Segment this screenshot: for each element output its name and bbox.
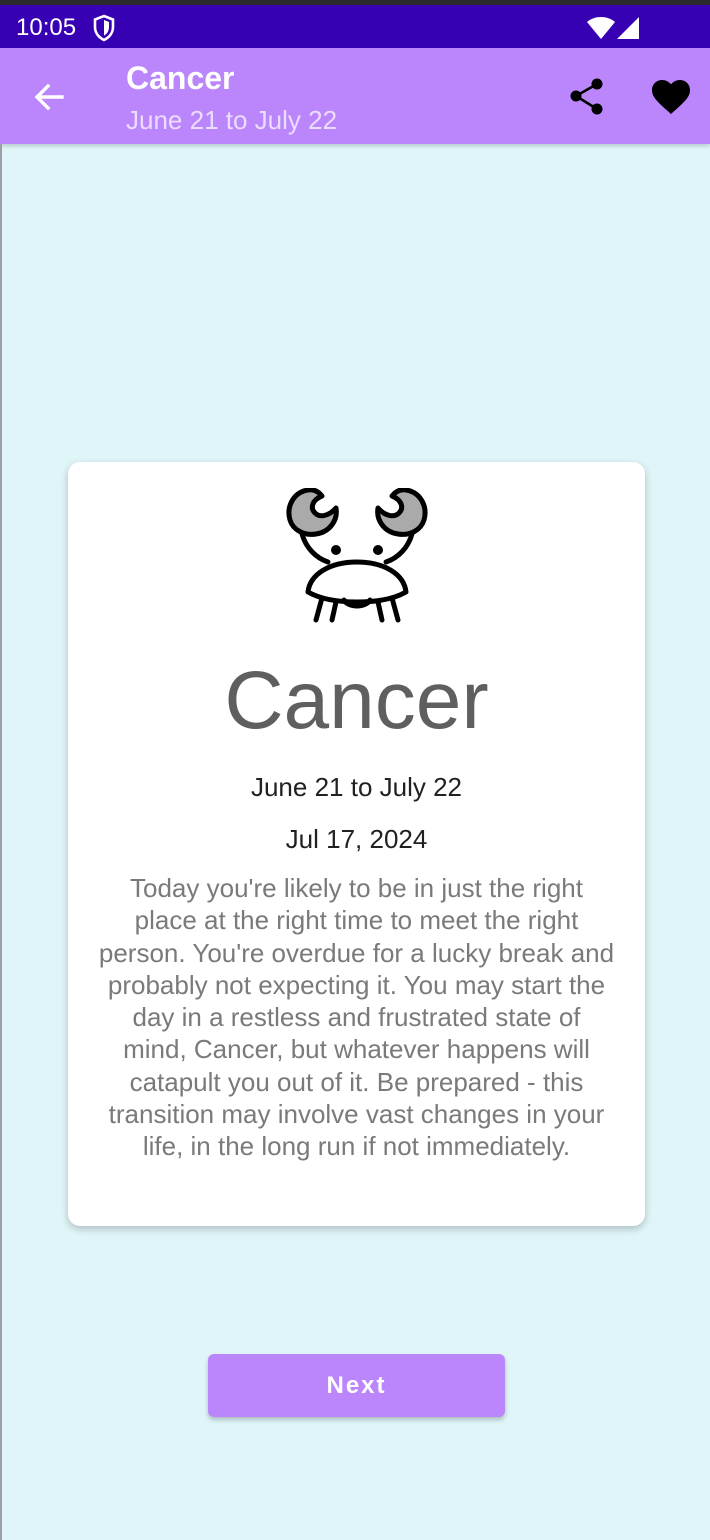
heart-icon[interactable]: [648, 74, 694, 120]
sign-date-range: June 21 to July 22: [250, 772, 463, 802]
cancer-crab-icon: [286, 488, 428, 623]
share-icon[interactable]: [564, 74, 610, 120]
status-bar: 10:05: [0, 0, 710, 48]
horoscope-card: Cancer June 21 to July 22 Jul 17, 2024 T…: [68, 462, 645, 1226]
next-button[interactable]: Next: [208, 1354, 505, 1417]
app-bar-title: Cancer: [126, 60, 235, 96]
app-bar-subtitle: June 21 to July 22: [126, 105, 338, 135]
horoscope-date: Jul 17, 2024: [285, 824, 428, 854]
window-edge: [0, 144, 2, 1540]
shield-icon: [93, 14, 115, 42]
horoscope-text: Today you're likely to be in just the ri…: [98, 873, 615, 1162]
signal-icon: [617, 17, 639, 39]
app-bar: Cancer June 21 to July 22: [0, 48, 710, 144]
sign-title: Cancer: [224, 655, 489, 746]
arrow-back-icon[interactable]: [26, 74, 72, 120]
wifi-icon: [587, 17, 615, 39]
status-time: 10:05: [16, 14, 77, 41]
